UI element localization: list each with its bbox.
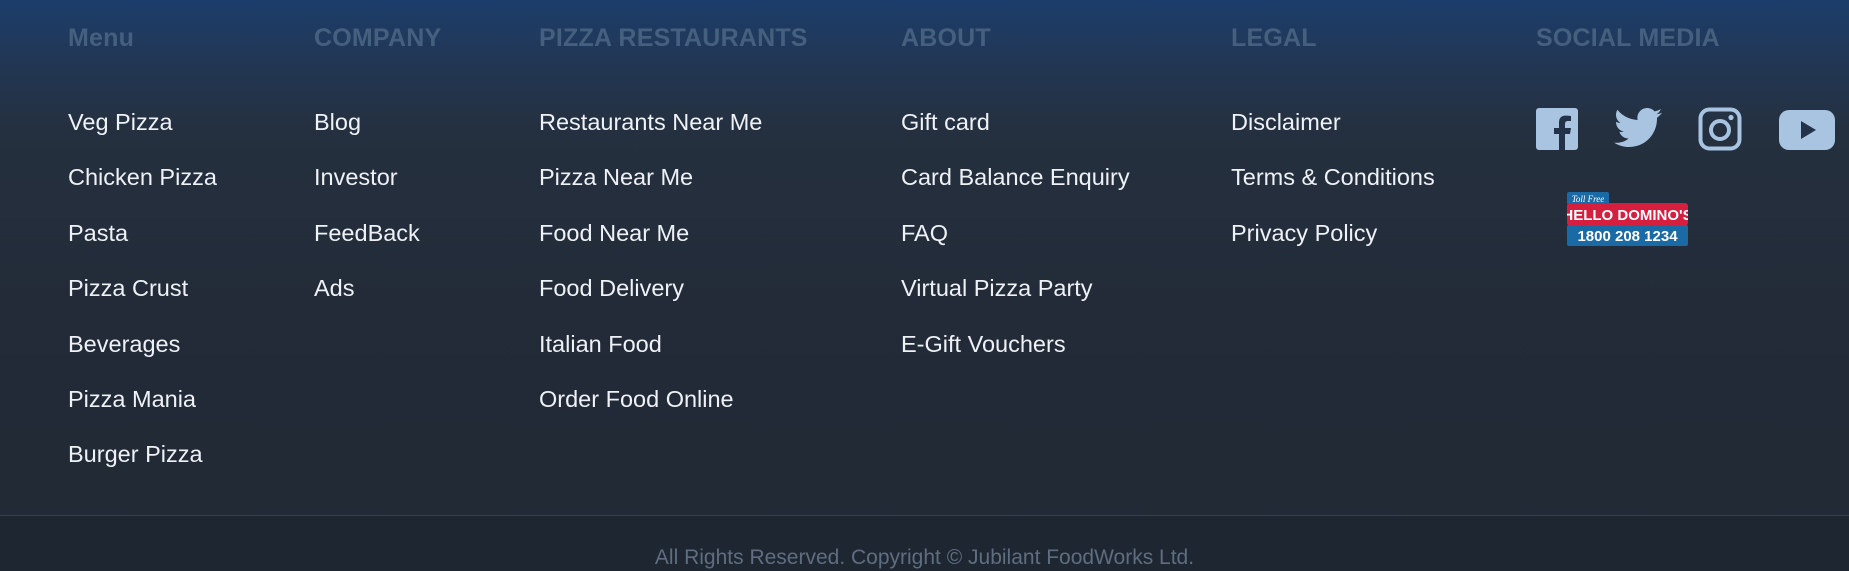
footer-link[interactable]: Disclaimer (1231, 104, 1435, 159)
footer-link[interactable]: Veg Pizza (68, 104, 217, 159)
footer-link[interactable]: Pasta (68, 215, 217, 270)
hello-dominos-number: 1800 208 1234 (1577, 228, 1678, 245)
site-footer: Menu Veg Pizza Chicken Pizza Pasta Pizza… (0, 0, 1849, 571)
footer-link[interactable]: Terms & Conditions (1231, 159, 1435, 214)
footer-link[interactable]: Privacy Policy (1231, 215, 1435, 270)
column-title: ABOUT (901, 24, 991, 52)
link-list: Disclaimer Terms & Conditions Privacy Po… (1231, 104, 1435, 270)
footer-link[interactable]: Burger Pizza (68, 436, 217, 491)
column-title: LEGAL (1231, 24, 1317, 52)
footer-link[interactable]: Food Near Me (539, 215, 762, 270)
footer-link[interactable]: Pizza Near Me (539, 159, 762, 214)
footer-link[interactable]: Virtual Pizza Party (901, 270, 1130, 325)
footer-link[interactable]: Investor (314, 159, 420, 214)
youtube-icon[interactable] (1779, 110, 1835, 155)
link-list: Blog Investor FeedBack Ads (314, 104, 420, 326)
footer-link[interactable]: Gift card (901, 104, 1130, 159)
link-list: Veg Pizza Chicken Pizza Pasta Pizza Crus… (68, 104, 217, 492)
footer-link[interactable]: Card Balance Enquiry (901, 159, 1130, 214)
footer-link[interactable]: Ads (314, 270, 420, 325)
footer-link[interactable]: FAQ (901, 215, 1130, 270)
footer-link[interactable]: Pizza Crust (68, 270, 217, 325)
footer-link[interactable]: Italian Food (539, 326, 762, 381)
facebook-icon[interactable] (1536, 108, 1578, 155)
hello-dominos-brand: HELLO DOMINO'S (1567, 207, 1688, 224)
footer-link[interactable]: Chicken Pizza (68, 159, 217, 214)
hello-dominos-badge[interactable]: Toll Free HELLO DOMINO'S 1800 208 1234 (1562, 190, 1693, 246)
footer-link[interactable]: Order Food Online (539, 381, 762, 436)
instagram-icon[interactable] (1698, 107, 1742, 156)
copyright-text: All Rights Reserved. Copyright © Jubilan… (654, 546, 1195, 569)
footer-link[interactable]: Food Delivery (539, 270, 762, 325)
link-list: Gift card Card Balance Enquiry FAQ Virtu… (901, 104, 1130, 381)
column-title: SOCIAL MEDIA (1536, 24, 1720, 52)
footer-link[interactable]: Restaurants Near Me (539, 104, 762, 159)
footer-link[interactable]: Beverages (68, 326, 217, 381)
twitter-icon[interactable] (1614, 108, 1662, 153)
column-title: Menu (68, 24, 135, 52)
social-icons (1536, 107, 1836, 156)
link-list: Restaurants Near Me Pizza Near Me Food N… (539, 104, 762, 436)
footer-link[interactable]: Blog (314, 104, 420, 159)
column-title: PIZZA RESTAURANTS (539, 24, 808, 52)
footer-link[interactable]: FeedBack (314, 215, 420, 270)
toll-free-text: Toll Free (1572, 194, 1605, 204)
column-title: COMPANY (314, 24, 442, 52)
footer-link[interactable]: E-Gift Vouchers (901, 326, 1130, 381)
footer-link[interactable]: Pizza Mania (68, 381, 217, 436)
